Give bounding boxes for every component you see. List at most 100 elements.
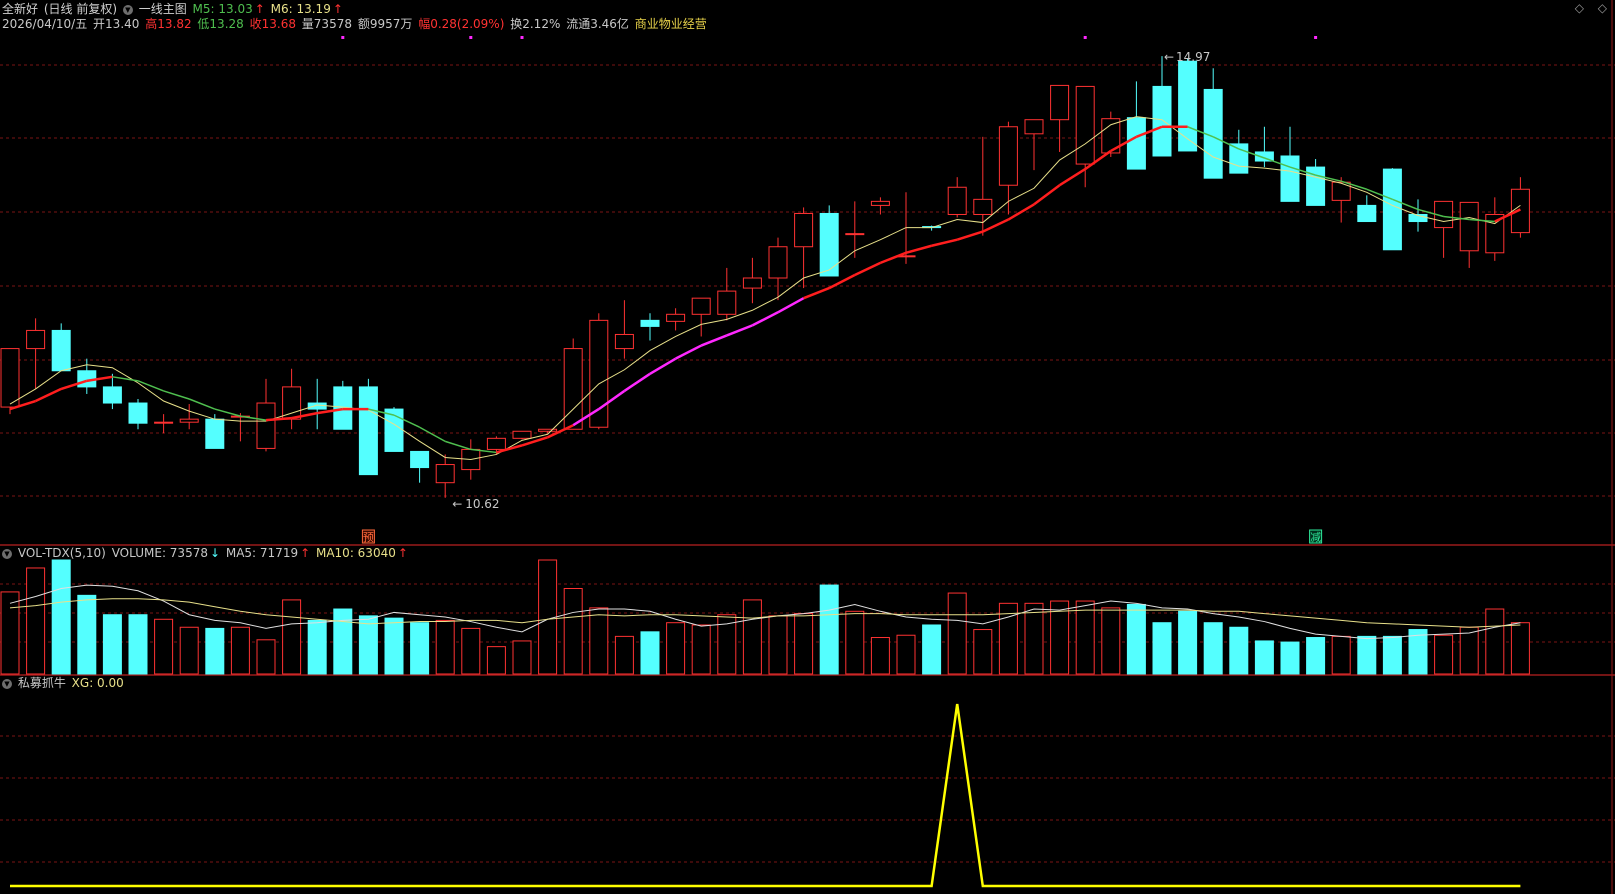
volume-bar <box>1203 622 1223 675</box>
volume-bar <box>666 622 686 675</box>
candle-body <box>512 430 532 439</box>
quote-high: 高13.82 <box>145 17 192 31</box>
volume-bar <box>640 631 660 675</box>
volume-header: ▼ VOL-TDX(5,10) VOLUME: 73578 ↓ MA5: 7171… <box>2 546 410 560</box>
volume-menu-icon[interactable]: ▼ <box>2 548 12 559</box>
volume-indicator-name[interactable]: VOL-TDX(5,10) <box>18 546 106 560</box>
candle-body <box>538 428 558 432</box>
m6-line-segment <box>700 334 728 347</box>
quote-change: 幅0.28(2.09%) <box>418 17 505 31</box>
quote-low: 低13.28 <box>197 17 244 31</box>
xg-indicator-name[interactable]: 私募抓牛 <box>18 676 66 690</box>
volume-bar <box>256 639 276 675</box>
candle-body <box>947 186 967 215</box>
quote-open: 开13.40 <box>93 17 140 31</box>
candle-body <box>589 319 609 428</box>
candle-body <box>1459 201 1479 252</box>
m6-line-segment <box>444 440 472 451</box>
candle-body <box>256 402 276 449</box>
volume-bar <box>1075 600 1095 675</box>
candle-body <box>742 277 762 289</box>
price-panel: ←← <box>0 36 1530 544</box>
candle-body <box>1280 155 1300 202</box>
m5-value: M5: 13.03 <box>192 2 253 16</box>
volume-panel <box>0 559 1530 675</box>
volume-arrow-icon: ↓ <box>209 546 221 560</box>
candle-body <box>845 233 865 236</box>
m6-line-segment <box>931 238 958 247</box>
m6-line-segment <box>675 344 702 360</box>
volume-bar <box>768 615 788 675</box>
m6-line-segment <box>214 408 241 417</box>
candle-body <box>0 348 20 408</box>
volume-bar <box>461 627 481 675</box>
candle-body <box>1126 117 1146 170</box>
volume-bar <box>128 614 148 675</box>
m6-line-segment <box>419 426 446 443</box>
m6-line-segment <box>35 387 62 403</box>
grid-lines <box>0 0 1615 894</box>
volume-bar <box>282 599 302 675</box>
indicator-menu-icon[interactable]: ▼ <box>122 4 133 15</box>
volume-bar <box>1229 626 1249 675</box>
candle-body <box>102 386 122 404</box>
candle-body <box>1382 168 1402 251</box>
volume-bar <box>0 591 20 675</box>
candle-body <box>358 386 378 476</box>
candle-body <box>640 319 660 327</box>
volume-bar <box>1024 602 1044 675</box>
xg-menu-icon[interactable]: ▼ <box>2 678 12 689</box>
candle-body <box>51 329 71 372</box>
candle-body <box>26 329 46 350</box>
m6-line-segment <box>649 357 677 375</box>
stock-name: 全新好 <box>2 2 39 16</box>
top-marker-dot <box>469 36 473 39</box>
ma5-arrow-icon: ↑ <box>300 546 311 560</box>
volume-bar <box>794 613 814 675</box>
volume-bar <box>922 624 942 675</box>
xg-value: XG: 0.00 <box>71 676 124 690</box>
top-marker-dot <box>341 36 345 39</box>
candle-body <box>128 402 148 424</box>
volume-bar <box>563 588 583 675</box>
candle-body <box>486 437 506 450</box>
volume-bar <box>691 624 711 675</box>
volume-bar <box>77 594 97 675</box>
candle-body <box>768 246 788 279</box>
candle-body <box>870 200 890 206</box>
low-price-label: 10.62 <box>465 497 499 511</box>
volume-bar <box>384 617 404 675</box>
top-marker-dot <box>520 36 524 39</box>
candle-body <box>1024 119 1044 135</box>
candle-body <box>1510 188 1530 234</box>
volume-bar <box>358 615 378 675</box>
volume-bar <box>845 610 865 675</box>
indicator-name[interactable]: 一线主图 <box>139 2 187 16</box>
signal-jian-marker: 减 <box>1310 531 1321 544</box>
quote-turnover: 换2.12% <box>510 17 561 31</box>
m6-line-segment <box>879 251 907 265</box>
candle-body <box>1152 85 1172 157</box>
volume-bar <box>333 608 353 675</box>
volume-bar <box>179 626 199 675</box>
candle-body <box>205 418 225 449</box>
candle-body <box>691 297 711 315</box>
volume-bar <box>589 607 609 675</box>
high-price-label: 14.97 <box>1176 50 1210 64</box>
candle-body <box>1050 84 1070 121</box>
ma10-arrow-icon: ↑ <box>397 546 408 560</box>
close-icon[interactable]: ◇ <box>1575 1 1584 15</box>
candle-body <box>794 212 814 248</box>
m6-line-segment <box>905 244 932 254</box>
high-arrow-icon: ← <box>1164 50 1174 64</box>
diamond-icon[interactable]: ◇ <box>1598 1 1607 15</box>
volume-bar <box>1382 635 1402 675</box>
volume-bar <box>1178 610 1198 675</box>
volume-bar <box>1510 622 1530 675</box>
candle-body <box>717 290 737 315</box>
volume-bar <box>512 640 532 675</box>
volume-bar <box>51 559 71 675</box>
volume-value: VOLUME: 73578 <box>111 546 208 560</box>
candle-body <box>973 198 993 215</box>
candle-body <box>1178 60 1198 152</box>
